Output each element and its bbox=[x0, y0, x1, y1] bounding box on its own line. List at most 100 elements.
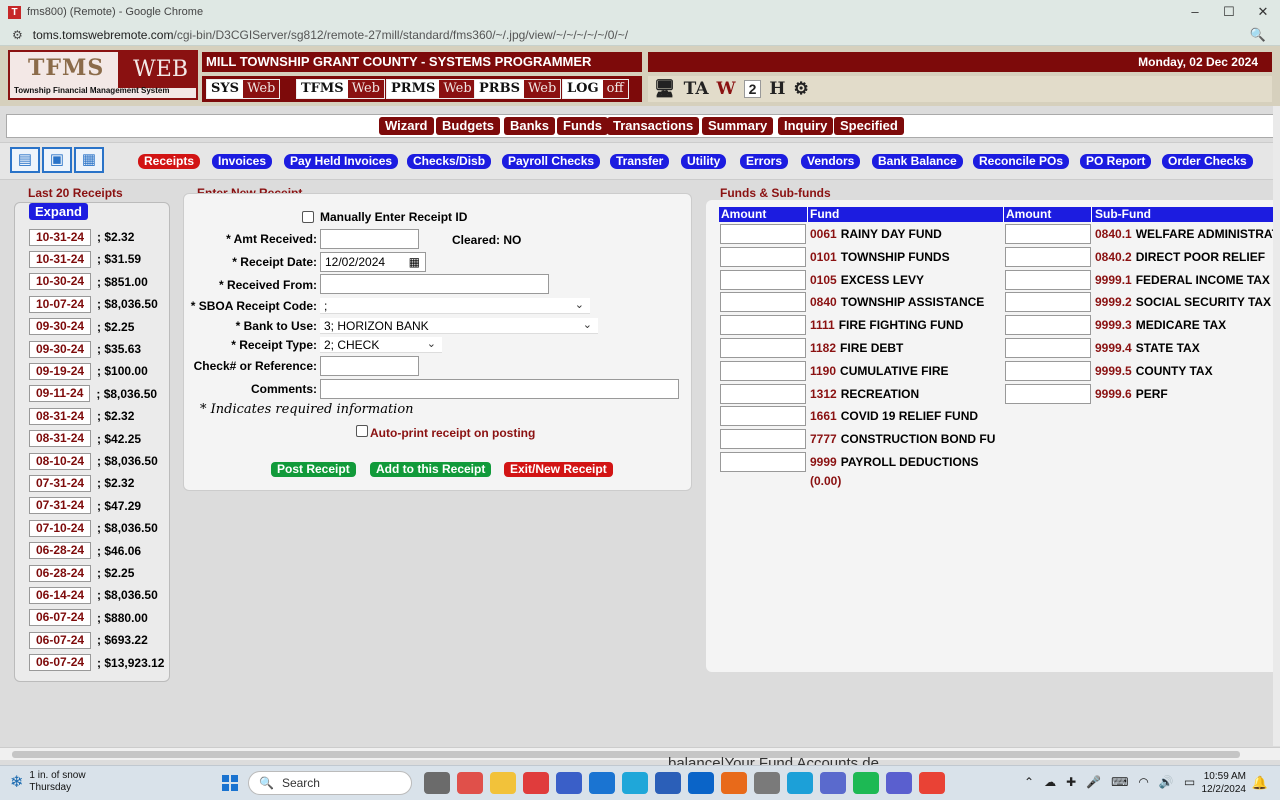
app-icon-red[interactable] bbox=[523, 772, 549, 794]
address-bar[interactable]: ⚙ toms.tomswebremote.com/cgi-bin/D3CGISe… bbox=[0, 24, 1280, 46]
horizontal-scrollbar[interactable] bbox=[0, 747, 1280, 760]
receipt-date-button[interactable]: 09-30-24 bbox=[29, 318, 92, 336]
sys-web-button[interactable]: SYS Web bbox=[206, 79, 281, 99]
receipt-date-button[interactable]: 07-10-24 bbox=[29, 519, 92, 537]
monitor-icon[interactable]: ▣ bbox=[42, 147, 72, 173]
menu-summary[interactable]: Summary bbox=[702, 117, 774, 135]
app-icon-blue[interactable] bbox=[556, 772, 582, 794]
receipt-row[interactable]: 10-31-24 ; $2.32 bbox=[29, 228, 134, 246]
close-icon[interactable]: ✕ bbox=[1246, 0, 1280, 24]
receipt-row[interactable]: 06-28-24 ; $2.25 bbox=[29, 564, 134, 582]
menu-wizard[interactable]: Wizard bbox=[379, 117, 434, 135]
tab-po-report[interactable]: PO Report bbox=[1080, 154, 1152, 169]
post-receipt-button[interactable]: Post Receipt bbox=[271, 462, 356, 477]
receipt-row[interactable]: 07-10-24 ; $8,036.50 bbox=[29, 519, 158, 537]
tab-receipts[interactable]: Receipts bbox=[138, 154, 201, 169]
outlook-icon[interactable] bbox=[589, 772, 615, 794]
fund-amount-input[interactable] bbox=[720, 383, 806, 404]
receipt-row[interactable]: 10-07-24 ; $8,036.50 bbox=[29, 295, 158, 313]
app-tray-icon[interactable]: ✚ bbox=[1066, 775, 1076, 789]
app-icon-orange[interactable] bbox=[721, 772, 747, 794]
receipt-row[interactable]: 08-31-24 ; $42.25 bbox=[29, 430, 141, 448]
fund-amount-input[interactable] bbox=[720, 452, 806, 472]
tab-vendors[interactable]: Vendors bbox=[801, 154, 861, 169]
receipt-date-button[interactable]: 06-07-24 bbox=[29, 609, 92, 627]
site-info-icon[interactable]: ⚙ bbox=[12, 28, 23, 42]
receipt-row[interactable]: 09-11-24 ; $8,036.50 bbox=[29, 385, 157, 403]
receipt-date-button[interactable]: 08-31-24 bbox=[29, 430, 92, 448]
receipt-row[interactable]: 07-31-24 ; $2.32 bbox=[29, 474, 134, 492]
fund-amount-input[interactable] bbox=[720, 224, 806, 244]
tfms-logo[interactable]: TFMS WEB Township Financial Management S… bbox=[8, 50, 198, 100]
receipt-date-button[interactable]: 07-31-24 bbox=[29, 497, 92, 515]
receipt-date-button[interactable]: 10-30-24 bbox=[29, 273, 92, 291]
minimize-icon[interactable]: – bbox=[1178, 0, 1212, 24]
receipt-date-button[interactable]: 10-31-24 bbox=[29, 250, 92, 268]
fund-amount-input[interactable] bbox=[720, 292, 806, 313]
receipt-date-button[interactable]: 06-07-24 bbox=[29, 654, 92, 672]
fund-amount-input[interactable] bbox=[720, 315, 806, 336]
gear-icon[interactable]: ⚙ bbox=[793, 79, 808, 99]
receipt-row[interactable]: 06-14-24 ; $8,036.50 bbox=[29, 586, 158, 604]
tab-transfer[interactable]: Transfer bbox=[610, 154, 670, 169]
amt-received-input[interactable] bbox=[320, 229, 419, 249]
exit-new-receipt-button[interactable]: Exit/New Receipt bbox=[504, 462, 613, 477]
receipt-row[interactable]: 08-10-24 ; $8,036.50 bbox=[29, 452, 158, 470]
logoff-button[interactable]: LOG off bbox=[562, 79, 629, 99]
tab-checks-disb[interactable]: Checks/Disb bbox=[407, 154, 492, 169]
notification-bell-icon[interactable]: 🔔 bbox=[1252, 775, 1268, 791]
receipt-date-input[interactable]: 12/02/2024 ▦ bbox=[320, 252, 426, 272]
fund-amount-input[interactable] bbox=[720, 429, 806, 450]
subfund-amount-input[interactable] bbox=[1005, 383, 1091, 404]
comments-input[interactable] bbox=[320, 379, 679, 399]
zoom-icon[interactable]: 🔍 bbox=[1250, 27, 1266, 43]
receipt-row[interactable]: 09-19-24 ; $100.00 bbox=[29, 362, 148, 380]
counter-badge[interactable]: 2 bbox=[743, 80, 762, 98]
prbs-web-button[interactable]: PRBS Web bbox=[474, 79, 562, 99]
url-text[interactable]: toms.tomswebremote.com/cgi-bin/D3CGIServ… bbox=[33, 28, 628, 42]
fund-amount-input[interactable] bbox=[720, 246, 806, 267]
clock[interactable]: 10:59 AM 12/2/2024 bbox=[1202, 770, 1247, 796]
receipt-date-button[interactable]: 08-10-24 bbox=[29, 452, 92, 470]
menu-transactions[interactable]: Transactions bbox=[607, 117, 700, 135]
w-icon[interactable]: W bbox=[717, 79, 736, 99]
receipt-row[interactable]: 06-28-24 ; $46.06 bbox=[29, 542, 141, 560]
prms-web-button[interactable]: PRMS Web bbox=[386, 79, 477, 99]
receipt-date-button[interactable]: 10-07-24 bbox=[29, 295, 92, 313]
tab-pay-held-invoices[interactable]: Pay Held Invoices bbox=[284, 154, 399, 169]
receipt-row[interactable]: 06-07-24 ; $693.22 bbox=[29, 631, 148, 649]
vertical-scrollbar[interactable] bbox=[1273, 106, 1280, 746]
fund-amount-input[interactable] bbox=[720, 360, 806, 381]
receipt-date-button[interactable]: 06-28-24 bbox=[29, 542, 92, 560]
volume-icon[interactable]: 🔊 bbox=[1159, 775, 1174, 789]
tab-reconcile-pos[interactable]: Reconcile POs bbox=[973, 154, 1070, 169]
weather-widget[interactable]: ❄ 1 in. of snow Thursday bbox=[10, 770, 86, 794]
ta-icon[interactable]: TA bbox=[684, 79, 709, 99]
spotify-icon[interactable] bbox=[853, 772, 879, 794]
receipt-row[interactable]: 10-31-24 ; $31.59 bbox=[29, 250, 141, 268]
add-to-receipt-button[interactable]: Add to this Receipt bbox=[370, 462, 492, 477]
receipt-date-button[interactable]: 06-14-24 bbox=[29, 586, 92, 604]
calendar-icon[interactable]: ▦ bbox=[409, 253, 420, 271]
cloud-icon[interactable]: ☁ bbox=[1044, 775, 1056, 789]
help-icon[interactable]: H bbox=[769, 79, 785, 99]
cortana-icon[interactable] bbox=[787, 772, 813, 794]
screen-icon[interactable]: ▦ bbox=[74, 147, 104, 173]
sboa-code-select[interactable]: ; ⌄ bbox=[320, 298, 590, 314]
autoprint-checkbox[interactable] bbox=[356, 425, 368, 437]
menu-funds[interactable]: Funds bbox=[557, 117, 608, 135]
fund-amount-input[interactable] bbox=[720, 338, 806, 358]
tab-invoices[interactable]: Invoices bbox=[212, 154, 273, 169]
receipt-date-button[interactable]: 10-31-24 bbox=[29, 228, 92, 246]
task-view-icon[interactable] bbox=[424, 772, 450, 794]
receipt-row[interactable]: 06-07-24 ; $13,923.12 bbox=[29, 654, 164, 672]
scrollbar-thumb[interactable] bbox=[12, 751, 1240, 758]
receipt-row[interactable]: 10-30-24 ; $851.00 bbox=[29, 273, 148, 291]
receipt-date-button[interactable]: 06-07-24 bbox=[29, 631, 92, 649]
keyboard-icon[interactable]: ⌨ bbox=[1111, 775, 1128, 789]
wifi-icon[interactable]: ◠ bbox=[1138, 775, 1148, 789]
receipt-date-button[interactable]: 09-30-24 bbox=[29, 340, 92, 358]
edge-icon[interactable] bbox=[622, 772, 648, 794]
subfund-amount-input[interactable] bbox=[1005, 360, 1091, 381]
tfms-web-button[interactable]: TFMS Web bbox=[296, 79, 386, 99]
